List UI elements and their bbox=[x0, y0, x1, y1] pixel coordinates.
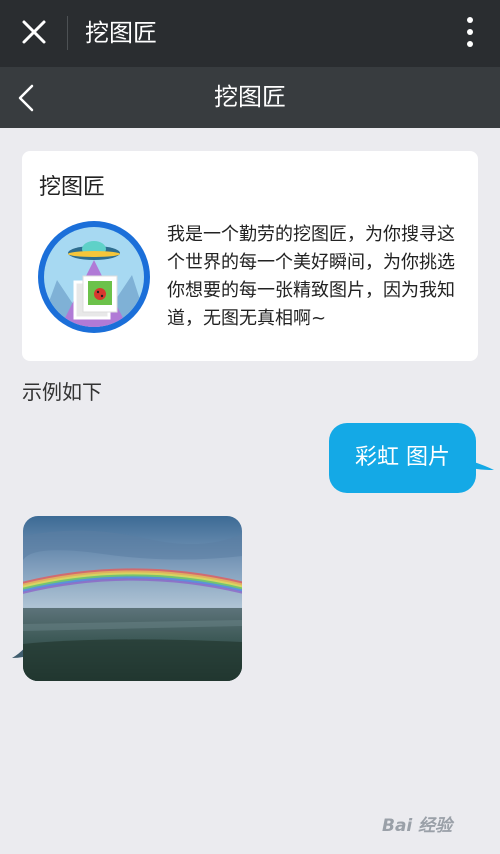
profile-card[interactable]: 挖图匠 我是一个勤劳的挖图匠，为你搜寻这个世界的每一个美好瞬间，为你挑选你想要的… bbox=[22, 151, 478, 361]
close-icon[interactable] bbox=[18, 16, 50, 48]
rainbow-image bbox=[23, 516, 242, 681]
window-title: 挖图匠 bbox=[85, 19, 157, 47]
window-titlebar: 挖图匠 bbox=[0, 0, 500, 67]
profile-description: 我是一个勤劳的挖图匠，为你搜寻这个世界的每一个美好瞬间，为你挑选你想要的每一张精… bbox=[167, 224, 455, 329]
more-vertical-icon[interactable] bbox=[466, 16, 474, 48]
titlebar-divider bbox=[67, 16, 68, 50]
chat-header: 挖图匠 bbox=[0, 67, 500, 128]
section-label: 示例如下 bbox=[22, 380, 102, 404]
watermark-text: Bai 经验 bbox=[382, 816, 453, 836]
baidu-watermark: Bai 经验 bbox=[382, 803, 492, 843]
chat-title: 挖图匠 bbox=[214, 83, 286, 111]
profile-name: 挖图匠 bbox=[39, 175, 106, 200]
user-message-text: 彩虹 图片 bbox=[355, 445, 450, 470]
user-message-bubble[interactable]: 彩虹 图片 bbox=[329, 423, 476, 493]
ufo-photo-avatar-icon bbox=[38, 221, 150, 333]
bubble-tail bbox=[466, 442, 494, 470]
rainbow-landscape-photo[interactable] bbox=[23, 516, 242, 681]
